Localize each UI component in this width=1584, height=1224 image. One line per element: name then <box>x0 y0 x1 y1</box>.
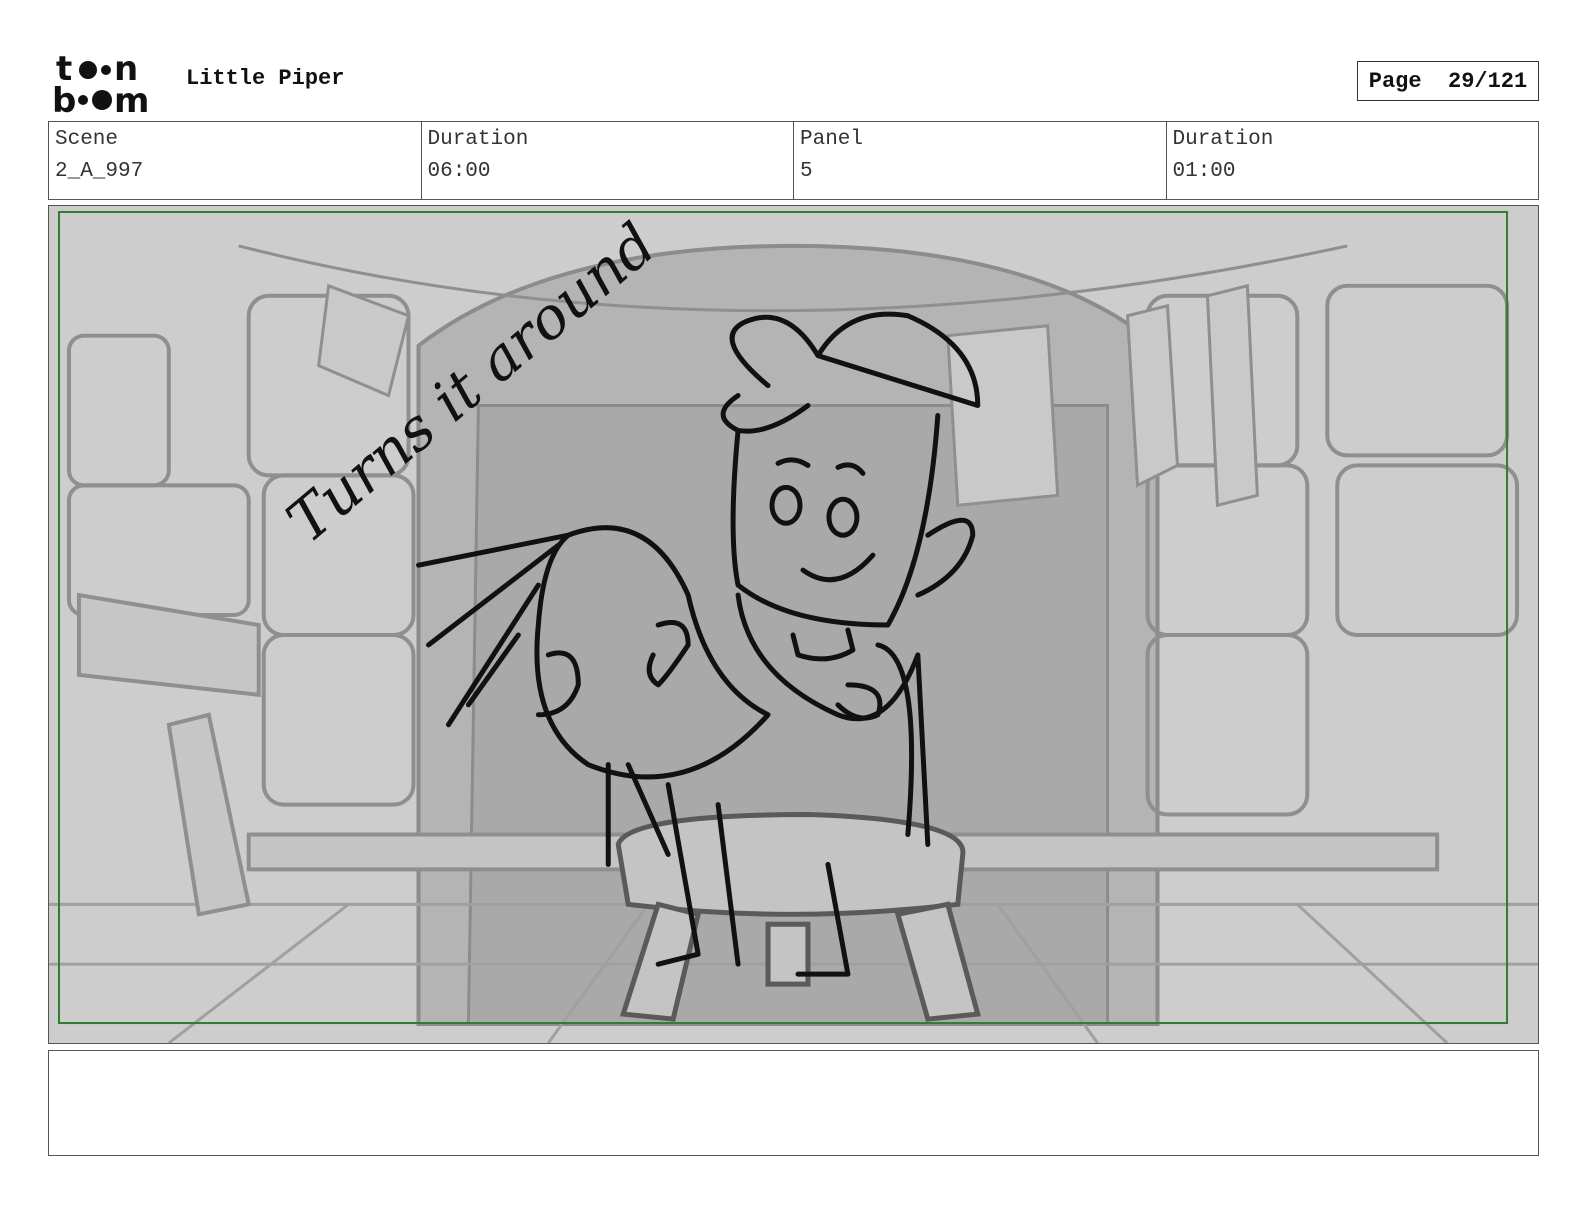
page-number: 29/121 <box>1448 68 1528 94</box>
page-label: Page <box>1368 68 1422 94</box>
panel-value: 5 <box>800 160 813 183</box>
scene-cell: Scene 2_A_997 <box>49 122 422 199</box>
scene-label: Scene <box>55 128 119 151</box>
scene-duration-value: 06:00 <box>427 160 491 183</box>
panel-label: Panel <box>800 128 864 151</box>
page-indicator: Page 29/121 <box>1357 61 1539 101</box>
panel-notes-box <box>48 1050 1539 1156</box>
storyboard-panel: Turns it around <box>48 205 1539 1044</box>
project-title: Little Piper <box>186 66 345 91</box>
scene-info-table: Scene 2_A_997 Duration 06:00 Panel 5 Dur… <box>48 121 1539 200</box>
scene-duration-cell: Duration 06:00 <box>422 122 794 199</box>
panel-duration-value: 01:00 <box>1172 160 1236 183</box>
svg-text:b: b <box>52 81 76 115</box>
panel-duration-label: Duration <box>1172 128 1274 151</box>
panel-cell: Panel 5 <box>794 122 1167 199</box>
scene-value: 2_A_997 <box>55 160 144 183</box>
svg-text:m: m <box>114 81 149 115</box>
scene-duration-label: Duration <box>427 128 529 151</box>
panel-duration-cell: Duration 01:00 <box>1167 122 1539 199</box>
panel-sketch: Turns it around <box>49 206 1538 1043</box>
toon-boom-logo: t n b m <box>50 49 165 121</box>
